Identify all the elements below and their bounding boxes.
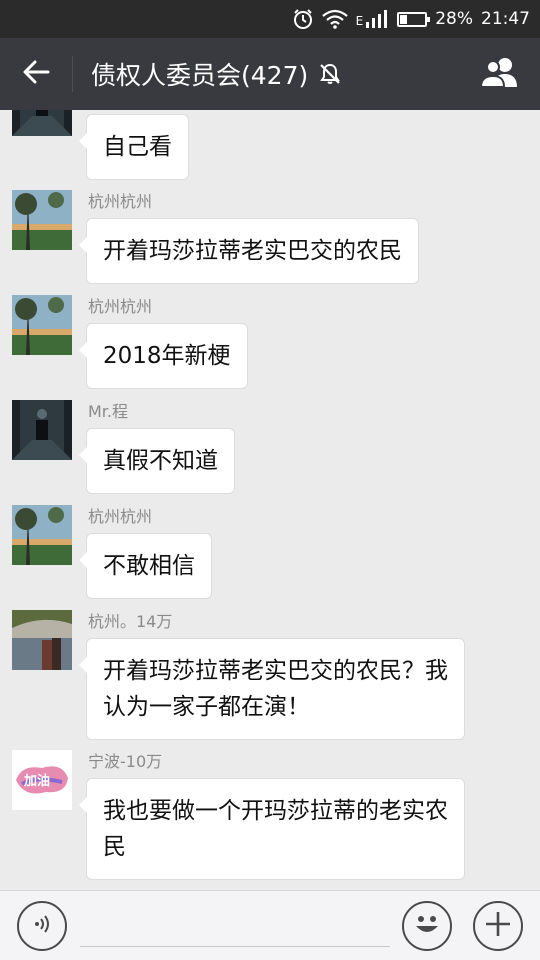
battery-icon	[397, 11, 431, 27]
sender-avatar[interactable]	[12, 295, 72, 355]
status-bar: E 28% 21:47	[0, 0, 540, 38]
voice-icon	[30, 912, 54, 940]
sender-avatar[interactable]	[12, 110, 72, 136]
sender-name: 杭州杭州	[88, 507, 153, 526]
emoji-button[interactable]	[402, 901, 452, 951]
chat-message-list[interactable]: 自己看 杭州杭州 开着玛莎拉蒂老实巴交的农民 杭州杭州 2018年新梗 Mr.程…	[0, 110, 540, 890]
voice-button[interactable]	[17, 901, 67, 951]
group-name: 债权人委员会(427)	[91, 61, 309, 90]
mute-icon	[318, 62, 342, 86]
sender-avatar[interactable]: 加油	[12, 750, 72, 810]
sender-name: Mr.程	[88, 402, 129, 421]
sender-name: 杭州杭州	[88, 297, 153, 316]
avatar-text: 加油	[24, 774, 51, 789]
sender-name: 宁波-10万	[88, 752, 163, 771]
plus-icon	[483, 909, 513, 943]
sender-name: 杭州杭州	[88, 192, 153, 211]
battery-level-fill	[400, 14, 408, 24]
message-text-line: 我也要做一个开玛莎拉蒂的老实农	[103, 798, 448, 824]
header-divider	[72, 56, 73, 92]
message-bubble[interactable]: 自己看	[79, 114, 189, 180]
sender-avatar[interactable]	[12, 400, 72, 460]
message-text: 真假不知道	[103, 448, 218, 474]
message-input[interactable]	[80, 907, 390, 947]
sender-avatar[interactable]	[12, 190, 72, 250]
group-members-button[interactable]	[478, 54, 522, 94]
alarm-icon	[292, 8, 314, 30]
message-bubble[interactable]: 我也要做一个开玛莎拉蒂的老实农 民	[79, 778, 465, 880]
chat-header: 债权人委员会(427)	[0, 38, 540, 110]
back-button[interactable]	[0, 38, 72, 110]
message-bubble[interactable]: 不敢相信	[79, 533, 212, 599]
message-bubble[interactable]: 2018年新梗	[79, 323, 248, 389]
message-text: 2018年新梗	[103, 343, 231, 369]
sender-avatar[interactable]	[12, 610, 72, 670]
message-text: 开着玛莎拉蒂老实巴交的农民	[103, 238, 402, 264]
back-arrow-icon	[22, 60, 50, 88]
wifi-icon	[321, 9, 348, 29]
message-bubble[interactable]: 真假不知道	[79, 428, 235, 494]
more-options-button[interactable]	[473, 901, 523, 951]
signal-icon: E	[356, 10, 390, 28]
message-text: 自己看	[103, 134, 172, 160]
sender-name: 杭州。14万	[88, 612, 173, 631]
message-text-line: 民	[103, 834, 126, 860]
message-text-line: 开着玛莎拉蒂老实巴交的农民？我	[103, 658, 448, 684]
message-input-bar	[0, 890, 540, 960]
message-bubble[interactable]: 开着玛莎拉蒂老实巴交的农民	[79, 218, 419, 284]
message-text: 不敢相信	[103, 553, 195, 579]
message-bubble[interactable]: 开着玛莎拉蒂老实巴交的农民？我 认为一家子都在演！	[79, 638, 465, 740]
message-text-line: 认为一家子都在演！	[103, 694, 310, 720]
emoji-icon	[407, 904, 447, 948]
sender-avatar[interactable]	[12, 505, 72, 565]
battery-percentage: 28%	[435, 9, 473, 29]
chat-title: 债权人委员会(427)	[91, 56, 342, 92]
members-icon	[479, 56, 521, 92]
person-night-avatar-image	[12, 110, 72, 136]
clock: 21:47	[481, 9, 530, 29]
network-type-label: E	[355, 14, 364, 28]
